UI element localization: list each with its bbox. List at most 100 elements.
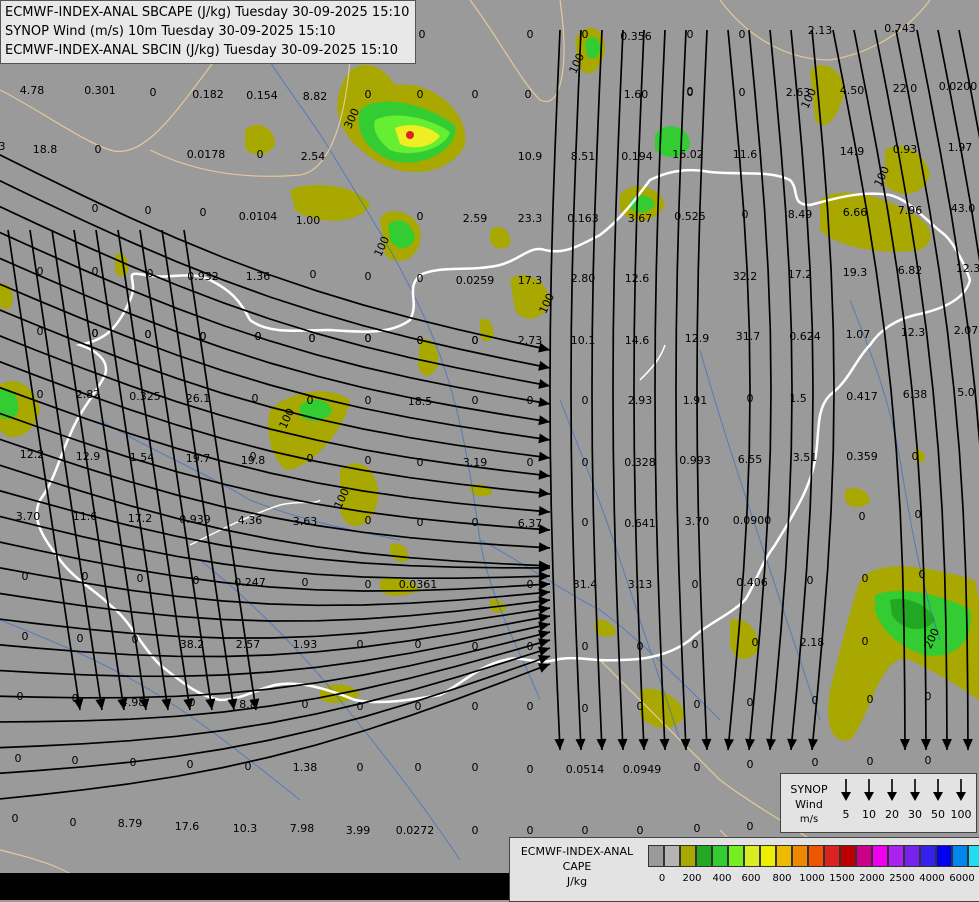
map-value-label: 0.0272 — [396, 824, 435, 837]
header-line-wind: SYNOP Wind (m/s) 10m Tuesday 30-09-2025 … — [5, 24, 336, 39]
map-value-label: 0 — [747, 392, 754, 405]
map-value-label: 2.13 — [808, 24, 833, 37]
map-value-label: 0 — [692, 638, 699, 651]
cape-tick-label: 200 — [682, 873, 702, 884]
map-value-label: 1.97 — [948, 141, 973, 154]
map-value-label: 12.3 — [901, 326, 926, 339]
map-value-label: 0.0361 — [399, 578, 438, 591]
cape-tick-label: 2000 — [859, 873, 885, 884]
map-value-label: 0 — [15, 752, 22, 765]
map-value-label: 0.417 — [846, 390, 878, 403]
cape-color-swatch — [744, 845, 760, 867]
map-value-label: 3.63 — [293, 515, 318, 528]
down-arrow-icon — [841, 779, 851, 801]
map-value-label: 4.50 — [840, 84, 865, 97]
map-value-label: 0 — [200, 330, 207, 343]
map-value-label: 0.406 — [736, 576, 768, 589]
map-value-label: 0 — [193, 574, 200, 587]
map-value-label: 8.82 — [303, 90, 328, 103]
map-value-label: 0 — [812, 694, 819, 707]
map-value-label: 0 — [357, 761, 364, 774]
map-value-label: 0.247 — [234, 576, 266, 589]
cape-color-swatch — [856, 845, 872, 867]
synop-speed-label: 50 — [931, 808, 945, 821]
down-arrow-icon — [910, 779, 920, 801]
map-value-label: 0 — [37, 388, 44, 401]
map-value-label: 3.99 — [346, 824, 371, 837]
cape-color-swatch — [936, 845, 952, 867]
map-value-label: 0.0900 — [733, 514, 772, 527]
map-value-label: 0 — [92, 327, 99, 340]
down-arrow-icon — [864, 779, 874, 801]
map-value-label: 0.0259 — [456, 274, 495, 287]
map-value-label: 6.38 — [903, 388, 928, 401]
map-value-label: 12.3 — [956, 262, 979, 275]
map-value-label: 0 — [687, 85, 694, 98]
map-value-label: 2.07 — [954, 324, 979, 337]
header-line-cin: ECMWF-INDEX-ANAL SBCIN (J/kg) Tuesday 30… — [5, 43, 399, 58]
map-value-label: 0 — [582, 824, 589, 837]
cape-legend-title: ECMWF-INDEX-ANAL CAPE J/kg — [510, 844, 644, 889]
map-value-label: 0.182 — [192, 88, 224, 101]
map-value-label: 0 — [245, 760, 252, 773]
map-value-label: 0 — [130, 756, 137, 769]
map-value-label: 0 — [527, 28, 534, 41]
map-value-label: 3.19 — [463, 456, 488, 469]
map-value-label: 0 — [472, 394, 479, 407]
map-value-label: 0.325 — [129, 390, 161, 403]
map-value-label: 1.07 — [846, 328, 871, 341]
map-value-label: 12.6 — [625, 272, 650, 285]
map-value-label: 0 — [77, 632, 84, 645]
map-value-label: 0 — [472, 700, 479, 713]
map-value-label: 1.5 — [789, 392, 807, 405]
map-value-label: 1.36 — [246, 270, 271, 283]
cape-tick-label: 800 — [772, 873, 792, 884]
map-value-label: 0 — [527, 578, 534, 591]
map-value-label: 0 — [527, 640, 534, 653]
cape-legend-title-line: J/kg — [566, 875, 588, 888]
map-value-label: 0 — [365, 88, 372, 101]
map-value-label: 0 — [252, 392, 259, 405]
map-value-label: 0 — [415, 761, 422, 774]
map-value-label: 17.3 — [518, 274, 543, 287]
map-value-label: 0 — [22, 630, 29, 643]
map-value-label: 0 — [145, 328, 152, 341]
map-value-label: 0 — [582, 516, 589, 529]
map-value-label: 3.70 — [16, 510, 41, 523]
map-value-label: 23.3 — [518, 212, 543, 225]
map-value-label: 0 — [70, 816, 77, 829]
map-value-label: 0 — [812, 756, 819, 769]
down-arrow-icon — [956, 779, 966, 801]
map-value-label: 0 — [365, 270, 372, 283]
map-value-label: 8.51 — [571, 150, 596, 163]
cape-color-swatch — [952, 845, 968, 867]
map-value-label: 0 — [862, 572, 869, 585]
map-value-label: 0 — [637, 700, 644, 713]
map-value-label: 10.1 — [571, 334, 596, 347]
map-value-label: 0 — [365, 394, 372, 407]
map-value-label: 0 — [527, 456, 534, 469]
map-value-label: 0 — [250, 450, 257, 463]
map-value-label: 0 — [912, 450, 919, 463]
cape-color-swatch — [712, 845, 728, 867]
cape-tick-label: 1000 — [799, 873, 825, 884]
cape-tick-label: 1500 — [829, 873, 855, 884]
map-value-label: 0 — [739, 28, 746, 41]
map-value-label: 12.9 — [685, 332, 710, 345]
map-value-label: 0 — [687, 28, 694, 41]
map-value-label: 0 — [357, 700, 364, 713]
map-value-label: 8.49 — [788, 208, 813, 221]
map-value-label: 1.60 — [624, 88, 649, 101]
map-value-label: 0.0200 — [939, 80, 978, 93]
map-value-label: 0 — [692, 578, 699, 591]
map-value-label: 0 — [739, 86, 746, 99]
synop-wind-legend: SYNOP Wind m/s 5 10 20 30 50 100 — [780, 773, 977, 833]
header-line-cape: ECMWF-INDEX-ANAL SBCAPE (J/kg) Tuesday 3… — [5, 5, 410, 20]
map-value-label: 0 — [417, 456, 424, 469]
cape-tick-label: 400 — [712, 873, 732, 884]
map-value-label: 0 — [925, 754, 932, 767]
map-value-label: 0 — [255, 330, 262, 343]
map-value-label: 0 — [17, 690, 24, 703]
map-value-label: 0.328 — [624, 456, 656, 469]
map-value-label: 17.2 — [788, 268, 813, 281]
